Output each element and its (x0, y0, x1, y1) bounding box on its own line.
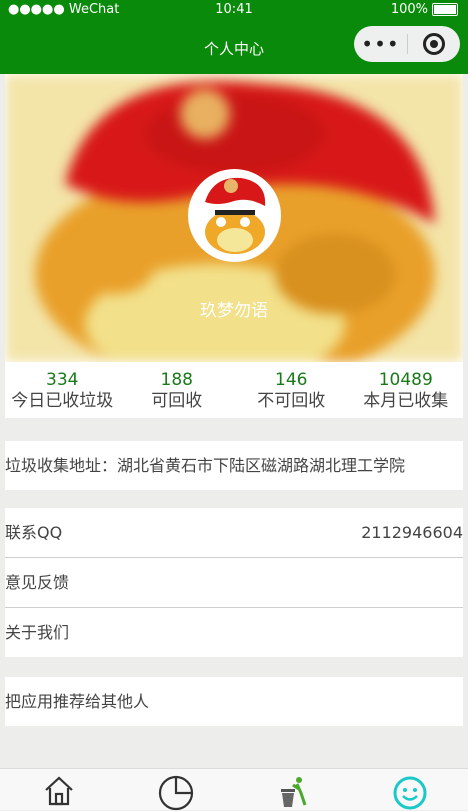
stat-value: 10489 (378, 370, 433, 390)
avatar-image (191, 172, 278, 259)
stat-value: 146 (275, 370, 308, 390)
stat-label: 不可回收 (257, 391, 326, 411)
battery-icon (432, 3, 458, 16)
share-card: 把应用推荐给其他人 (5, 677, 463, 726)
stat-label: 今日已收垃圾 (11, 391, 114, 411)
menu-item-label: 把应用推荐给其他人 (5, 692, 150, 711)
home-icon (44, 776, 73, 806)
pie-chart-icon (158, 775, 193, 811)
tab-bar (0, 768, 468, 811)
battery-percent: 100% (390, 2, 428, 17)
stat-label: 可回收 (151, 391, 203, 411)
menu-item-label: 意见反馈 (5, 573, 70, 592)
menu-item-feedback[interactable]: 意见反馈 (5, 558, 463, 608)
battery-indicator: 100% (391, 2, 458, 17)
tab-trash[interactable] (234, 769, 351, 810)
close-icon (423, 33, 445, 55)
stat-non-recyclable: 146 不可回收 (234, 362, 349, 418)
menu-card: 联系QQ 2112946604 意见反馈 关于我们 (5, 508, 463, 657)
close-button[interactable] (408, 33, 460, 55)
nickname: 玖梦勿语 (200, 301, 268, 321)
tab-home[interactable] (0, 769, 117, 810)
tab-profile[interactable] (351, 769, 468, 810)
collection-address: 垃圾收集地址：湖北省黄石市下陆区磁湖路湖北理工学院 (5, 456, 406, 475)
address-card: 垃圾收集地址：湖北省黄石市下陆区磁湖路湖北理工学院 (5, 441, 463, 490)
stat-value: 188 (160, 370, 193, 390)
mini-program-capsule: ••• (354, 26, 460, 62)
status-bar: ●●●●● WeChat 10:41 100% (0, 0, 468, 22)
menu-item-label: 关于我们 (5, 623, 70, 642)
trash-recycle-icon (280, 777, 306, 807)
share-app-item[interactable]: 把应用推荐给其他人 (5, 677, 463, 726)
qq-number: 2112946604 (361, 523, 463, 542)
profile-banner: 玖梦勿语 (5, 74, 463, 362)
stat-month-collected: 10489 本月已收集 (349, 362, 464, 418)
top-bar: ●●●●● WeChat 10:41 100% 个人中心 ••• (0, 0, 468, 74)
stat-value: 334 (46, 370, 79, 390)
more-button[interactable]: ••• (354, 26, 407, 62)
tab-statistics[interactable] (117, 769, 234, 811)
menu-item-label: 联系QQ (5, 523, 63, 542)
stats-panel: 334 今日已收垃圾 188 可回收 146 不可回收 10489 本月已收集 (5, 362, 463, 418)
menu-item-contact-qq[interactable]: 联系QQ 2112946604 (5, 508, 463, 558)
stat-today-collected: 334 今日已收垃圾 (5, 362, 120, 418)
avatar[interactable] (188, 169, 281, 262)
stat-label: 本月已收集 (363, 391, 449, 411)
stat-recyclable: 188 可回收 (120, 362, 235, 418)
smiley-icon (393, 776, 426, 810)
menu-item-about[interactable]: 关于我们 (5, 608, 463, 657)
